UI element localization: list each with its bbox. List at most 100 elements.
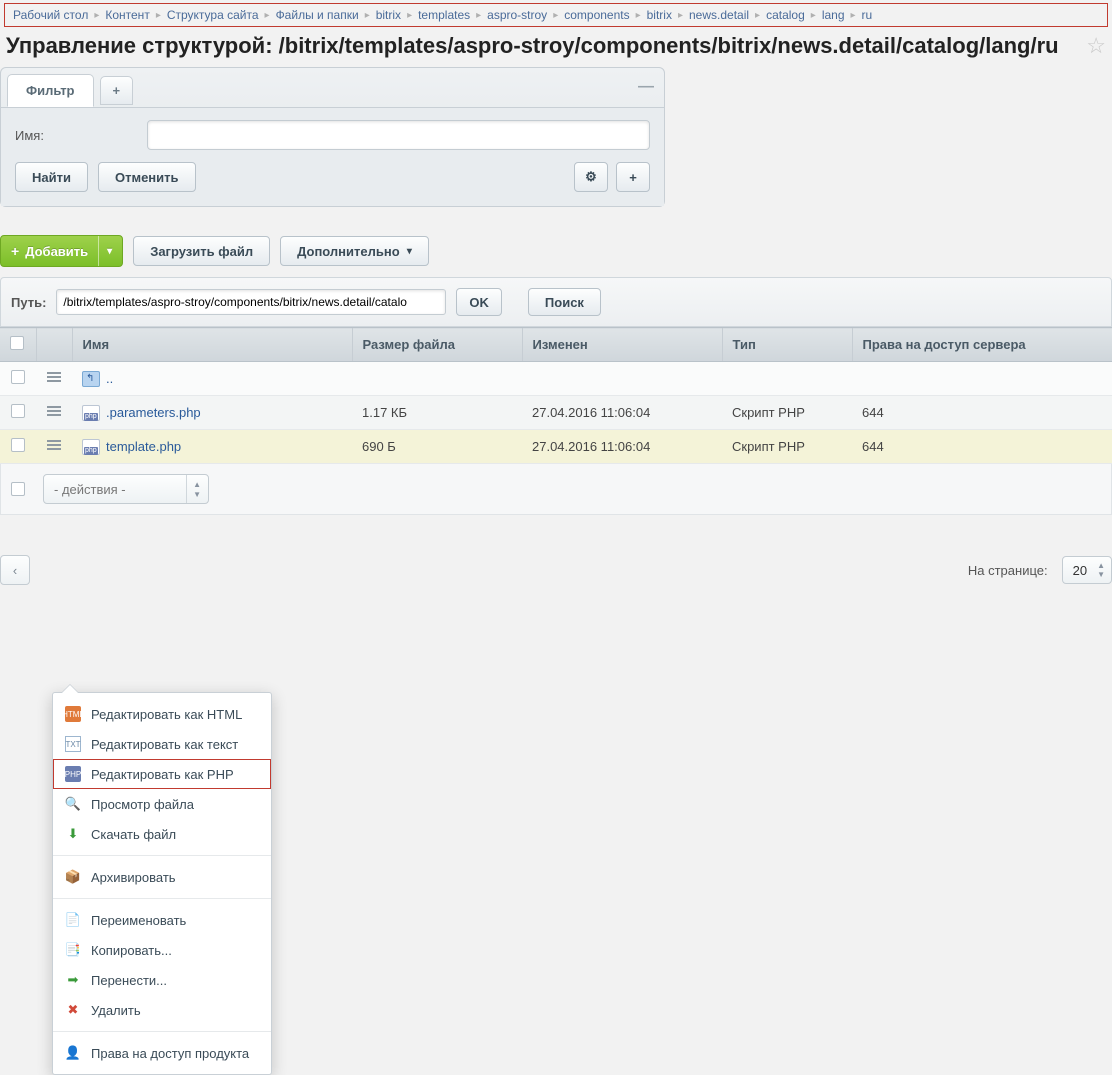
row-menu-icon[interactable] [47, 370, 61, 384]
cell-perm: 644 [852, 396, 1112, 430]
html-icon: HTML [65, 706, 81, 722]
magnifier-icon: 🔍 [65, 796, 81, 812]
chevron-right-icon: ▸ [156, 10, 161, 21]
more-button-label: Дополнительно [297, 244, 400, 259]
row-checkbox[interactable] [11, 370, 25, 384]
chevron-right-icon: ▸ [553, 10, 558, 21]
ctx-product-perm[interactable]: 👤Права на доступ продукта [53, 1038, 271, 1068]
cell-size: 1.17 КБ [352, 396, 522, 430]
ctx-label: Скачать файл [91, 827, 176, 842]
add-button-label: Добавить [25, 244, 88, 259]
cell-modified: 27.04.2016 11:06:04 [522, 396, 722, 430]
ctx-edit-html[interactable]: HTML Редактировать как HTML [53, 699, 271, 729]
col-type[interactable]: Тип [722, 328, 852, 362]
table-row[interactable]: ↰.. [0, 362, 1112, 396]
col-perm[interactable]: Права на доступ сервера [852, 328, 1112, 362]
gear-icon: ⚙ [585, 169, 597, 185]
table-row[interactable]: php.parameters.php1.17 КБ27.04.2016 11:0… [0, 396, 1112, 430]
breadcrumb-item[interactable]: Структура сайта [167, 8, 259, 22]
breadcrumb-item[interactable]: templates [418, 8, 470, 22]
filter-tab-active[interactable]: Фильтр [7, 74, 94, 107]
checkbox-all[interactable] [10, 336, 24, 350]
ctx-download[interactable]: ⬇ Скачать файл [53, 819, 271, 849]
cell-type [722, 362, 852, 396]
filter-settings-button[interactable]: ⚙ [574, 162, 608, 192]
ctx-label: Переименовать [91, 913, 186, 928]
more-button[interactable]: Дополнительно ▾ [280, 236, 429, 266]
page-title: Управление структурой: /bitrix/templates… [6, 33, 1078, 59]
filter-tabs: Фильтр + — [1, 68, 664, 108]
chevron-right-icon: ▸ [476, 10, 481, 21]
ctx-rename[interactable]: 📄 Переименовать [53, 905, 271, 935]
ctx-label: Редактировать как PHP [91, 767, 234, 782]
rename-icon: 📄 [65, 912, 81, 928]
chevron-right-icon: ▸ [407, 10, 412, 21]
folder-up-icon: ↰ [82, 371, 100, 387]
row-menu-icon[interactable] [47, 404, 61, 418]
pager-size-label: На странице: [968, 563, 1048, 578]
breadcrumb-item[interactable]: bitrix [647, 8, 672, 22]
path-ok-button[interactable]: OK [456, 288, 502, 316]
breadcrumb-item[interactable]: Контент [105, 8, 149, 22]
row-checkbox[interactable] [11, 438, 25, 452]
table-row[interactable]: phptemplate.php690 Б27.04.2016 11:06:04С… [0, 430, 1112, 464]
bulk-action-select[interactable]: - действия - ▲▼ [43, 474, 209, 504]
chevron-right-icon: ▸ [365, 10, 370, 21]
col-checkbox [0, 328, 36, 362]
file-link[interactable]: template.php [106, 439, 181, 454]
ctx-archive[interactable]: 📦Архивировать [53, 862, 271, 892]
ctx-edit-php[interactable]: PHP Редактировать как PHP [53, 759, 271, 789]
breadcrumb-item[interactable]: catalog [766, 8, 805, 22]
breadcrumb-item[interactable]: lang [822, 8, 845, 22]
col-name[interactable]: Имя [72, 328, 352, 362]
filter-panel: Фильтр + — Имя: Найти Отменить ⚙ + [0, 67, 665, 207]
upload-file-button[interactable]: Загрузить файл [133, 236, 270, 266]
col-size[interactable]: Размер файла [352, 328, 522, 362]
plus-icon: + [11, 243, 19, 259]
filter-add-tab[interactable]: + [100, 76, 134, 105]
checkbox-bulk[interactable] [11, 482, 25, 496]
filter-name-label: Имя: [15, 128, 135, 143]
breadcrumb-item[interactable]: Файлы и папки [276, 8, 359, 22]
ctx-label: Права на доступ продукта [91, 1046, 249, 1061]
ctx-edit-text[interactable]: TXTРедактировать как текст [53, 729, 271, 759]
filter-name-input[interactable] [147, 120, 650, 150]
pager: ‹ На странице: 20 ▲▼ [0, 555, 1112, 585]
cell-modified [522, 362, 722, 396]
row-checkbox[interactable] [11, 404, 25, 418]
row-menu-icon[interactable] [47, 438, 61, 452]
path-search-button[interactable]: Поиск [528, 288, 601, 316]
path-input[interactable] [56, 289, 446, 315]
ctx-separator [53, 898, 271, 899]
text-icon: TXT [65, 736, 81, 752]
breadcrumb-item[interactable]: Рабочий стол [13, 8, 88, 22]
breadcrumb-item[interactable]: news.detail [689, 8, 749, 22]
page-size-select[interactable]: 20 ▲▼ [1062, 556, 1112, 584]
pager-prev-button[interactable]: ‹ [0, 555, 30, 585]
ctx-view-file[interactable]: 🔍Просмотр файла [53, 789, 271, 819]
file-link[interactable]: .parameters.php [106, 405, 201, 420]
cell-perm [852, 362, 1112, 396]
col-menu [36, 328, 72, 362]
col-modified[interactable]: Изменен [522, 328, 722, 362]
ctx-copy[interactable]: 📑Копировать... [53, 935, 271, 965]
download-icon: ⬇ [65, 826, 81, 842]
chevron-down-icon: ▾ [407, 246, 412, 257]
filter-collapse-icon[interactable]: — [638, 78, 654, 96]
php-icon: PHP [65, 766, 81, 782]
ctx-move[interactable]: ➡Перенести... [53, 965, 271, 995]
file-link[interactable]: .. [106, 371, 113, 386]
add-button-dropdown[interactable]: ▾ [98, 236, 112, 266]
favorite-star-icon[interactable]: ☆ [1086, 33, 1106, 59]
breadcrumb-item[interactable]: bitrix [376, 8, 401, 22]
filter-add-button[interactable]: + [616, 162, 650, 192]
breadcrumb-item[interactable]: components [564, 8, 629, 22]
breadcrumb-item[interactable]: ru [862, 8, 873, 22]
chevron-right-icon: ▸ [636, 10, 641, 21]
filter-cancel-button[interactable]: Отменить [98, 162, 196, 192]
ctx-delete[interactable]: ✖Удалить [53, 995, 271, 1025]
ctx-label: Редактировать как HTML [91, 707, 242, 722]
add-button[interactable]: + Добавить ▾ [0, 235, 123, 267]
breadcrumb-item[interactable]: aspro-stroy [487, 8, 547, 22]
filter-find-button[interactable]: Найти [15, 162, 88, 192]
